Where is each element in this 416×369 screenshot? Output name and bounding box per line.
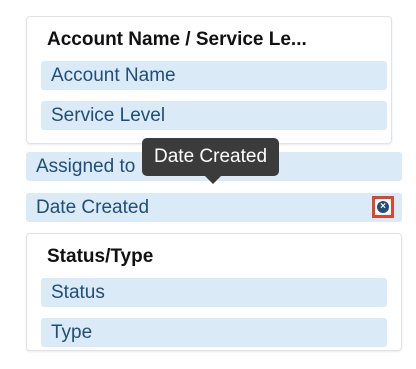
- tooltip-arrow: [205, 176, 221, 184]
- field-assigned-label: Assigned to: [36, 156, 136, 177]
- status-type-panel: Status/Type Status Type: [26, 233, 402, 351]
- remove-field-button[interactable]: ×: [372, 196, 394, 218]
- panel-title: Account Name / Service Le...: [47, 29, 307, 50]
- close-circle-icon: ×: [377, 201, 389, 213]
- field-status[interactable]: Status: [41, 278, 387, 307]
- field-account-name[interactable]: Account Name: [41, 61, 387, 90]
- field-type[interactable]: Type: [41, 318, 387, 347]
- tooltip: Date Created: [142, 138, 280, 176]
- field-date-created[interactable]: Date Created ×: [26, 193, 402, 222]
- account-service-panel: Account Name / Service Le... Account Nam…: [26, 16, 392, 144]
- field-date-created-label: Date Created: [36, 197, 150, 218]
- panel-title: Status/Type: [47, 246, 154, 267]
- field-service-level[interactable]: Service Level: [41, 101, 387, 130]
